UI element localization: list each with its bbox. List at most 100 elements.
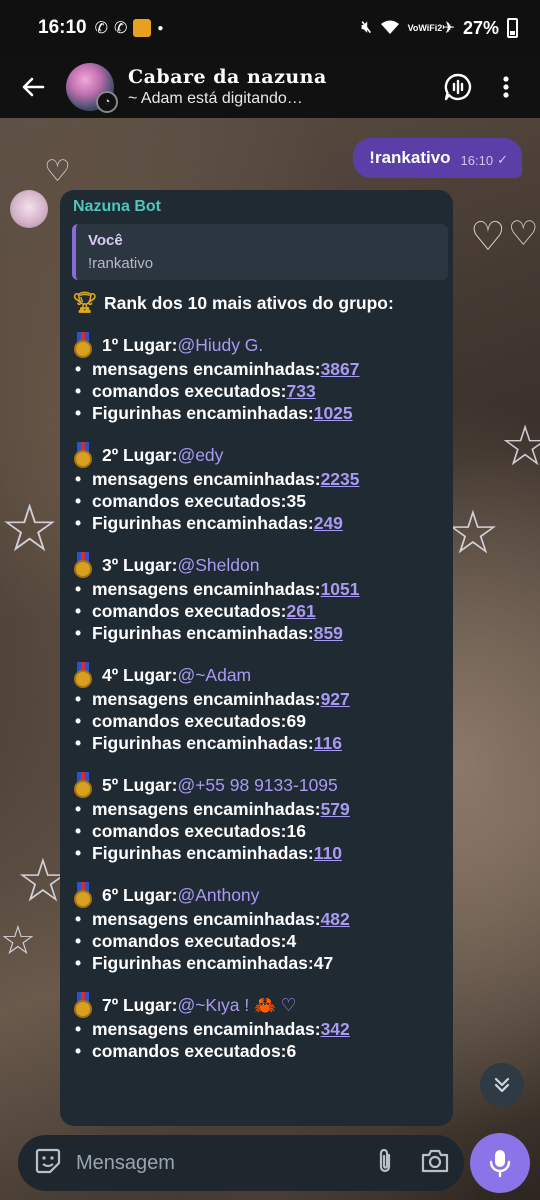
rank-entry: 1º Lugar: @Hiudy G. • mensagens encaminh… [72, 314, 445, 424]
star-decoration: ☆ [500, 414, 540, 479]
bot-avatar[interactable] [10, 190, 48, 228]
bullet: • [75, 469, 82, 489]
wifi-icon [380, 19, 400, 38]
stat-line: • mensagens encaminhadas: 3867 [72, 358, 445, 380]
bullet: • [75, 799, 82, 819]
sent-check-icon: ✓ [497, 152, 508, 167]
double-chevron-down-icon [494, 1077, 510, 1093]
back-button[interactable] [18, 72, 48, 102]
stat-line: • Figurinhas encaminhadas: 859 [72, 622, 445, 644]
stat-value[interactable]: 261 [287, 600, 316, 622]
user-mention[interactable]: @+55 98 9133-1095 [177, 774, 337, 796]
stat-line: • comandos executados: 69 [72, 710, 445, 732]
chat-info[interactable]: Cabare da nazuna ~ Adam está digitando… [128, 66, 422, 108]
user-mention[interactable]: @~Adam [177, 664, 251, 686]
rank-entry: 5º Lugar: @+55 98 9133-1095 • mensagens … [72, 754, 445, 864]
rank-title-line: 4º Lugar: @~Adam [72, 662, 445, 688]
bullet: • [75, 843, 82, 863]
reply-text: !rankativo [88, 255, 154, 272]
stat-label: comandos executados: [92, 381, 287, 401]
stat-label: comandos executados: [92, 711, 287, 731]
stat-value[interactable]: 733 [287, 380, 316, 402]
sender-name[interactable]: Nazuna Bot [73, 198, 445, 216]
stat-value[interactable]: 859 [314, 622, 343, 644]
sticker-button[interactable] [34, 1147, 62, 1180]
airplane-icon: ✈ [441, 20, 455, 37]
stat-label: comandos executados: [92, 491, 287, 511]
status-bar: 16:10 ✆ ✆ ● 🔇︎ VoWiFi2 ✈ 27% [0, 0, 540, 56]
medal-icon [72, 332, 94, 358]
voice-chat-icon [444, 73, 472, 101]
stat-value[interactable]: 482 [321, 908, 350, 930]
rank-place: 2º Lugar: [102, 445, 178, 465]
star-decoration: ☆ [0, 490, 60, 567]
more-options-button[interactable] [486, 67, 526, 107]
medal-icon [72, 772, 94, 798]
rank-place: 6º Lugar: [102, 885, 178, 905]
bullet: • [75, 953, 82, 973]
medal-icon [72, 882, 94, 908]
quoted-reply[interactable]: Você !rankativo [72, 224, 448, 280]
status-time: 16:10 [38, 17, 87, 38]
user-mention[interactable]: @Anthony [177, 884, 259, 906]
stat-line: • Figurinhas encaminhadas: 47 [72, 952, 445, 974]
scroll-down-button[interactable] [480, 1063, 524, 1107]
attach-button[interactable] [376, 1147, 394, 1180]
more-vertical-icon [503, 76, 509, 98]
message-text: !rankativo [369, 148, 451, 167]
stat-label: mensagens encaminhadas: [92, 799, 321, 819]
bullet: • [75, 909, 82, 929]
medal-icon [72, 552, 94, 578]
star-decoration: ☆ [446, 498, 500, 568]
group-call-button[interactable] [438, 67, 478, 107]
bullet: • [75, 1019, 82, 1039]
bullet: • [75, 931, 82, 951]
stat-value[interactable]: 1051 [321, 578, 360, 600]
bullet: • [75, 689, 82, 709]
rank-entry: 2º Lugar: @edy • mensagens encaminhadas:… [72, 424, 445, 534]
stat-line: • Figurinhas encaminhadas: 110 [72, 842, 445, 864]
dot-icon: ● [157, 22, 164, 34]
stat-value[interactable]: 927 [321, 688, 350, 710]
user-mention[interactable]: @~Kιya ! 🦀 ♡ [177, 994, 296, 1016]
typing-status: ~ Adam está digitando… [128, 90, 303, 107]
arrow-left-icon [22, 77, 45, 97]
medal-icon [72, 442, 94, 468]
incoming-message[interactable]: Nazuna Bot Você !rankativo 🏆︎ Rank dos 1… [60, 190, 453, 1126]
stat-line: • mensagens encaminhadas: 482 [72, 908, 445, 930]
mute-icon: 🔇︎ [361, 19, 372, 36]
rank-title-line: 7º Lugar: @~Kιya ! 🦀 ♡ [72, 992, 445, 1018]
message-input[interactable]: Mensagem [76, 1152, 376, 1175]
user-mention[interactable]: @edy [177, 444, 223, 466]
stat-label: Figurinhas encaminhadas: [92, 513, 314, 533]
camera-icon [421, 1149, 449, 1172]
outgoing-message[interactable]: !rankativo 16:10 ✓ [353, 138, 522, 178]
stat-label: mensagens encaminhadas: [92, 469, 321, 489]
stat-value[interactable]: 342 [321, 1018, 350, 1040]
group-avatar[interactable]: ◔ [66, 63, 118, 113]
rank-message: 🏆︎ Rank dos 10 mais ativos do grupo: 1º … [72, 292, 445, 1062]
stat-label: Figurinhas encaminhadas: [92, 623, 314, 643]
bullet: • [75, 579, 82, 599]
stat-line: • mensagens encaminhadas: 927 [72, 688, 445, 710]
stat-line: • Figurinhas encaminhadas: 1025 [72, 402, 445, 424]
camera-button[interactable] [420, 1148, 450, 1179]
user-mention[interactable]: @Hiudy G. [177, 334, 263, 356]
stat-value[interactable]: 1025 [314, 402, 353, 424]
rank-entry: 7º Lugar: @~Kιya ! 🦀 ♡ • mensagens encam… [72, 974, 445, 1062]
voice-record-button[interactable] [470, 1133, 530, 1193]
rank-entry: 4º Lugar: @~Adam • mensagens encaminhada… [72, 644, 445, 754]
heart-decoration: ♡ [508, 214, 539, 254]
bullet: • [75, 601, 82, 621]
stat-value[interactable]: 579 [321, 798, 350, 820]
bullet: • [75, 359, 82, 379]
stat-value[interactable]: 3867 [321, 358, 360, 380]
stat-label: Figurinhas encaminhadas: [92, 843, 314, 863]
stat-value[interactable]: 249 [314, 512, 343, 534]
stat-label: Figurinhas encaminhadas: [92, 403, 314, 423]
stat-value[interactable]: 2235 [321, 468, 360, 490]
stat-value[interactable]: 110 [314, 842, 342, 864]
stat-value[interactable]: 116 [314, 732, 342, 754]
user-mention[interactable]: @Sheldon [177, 554, 259, 576]
bullet: • [75, 711, 82, 731]
